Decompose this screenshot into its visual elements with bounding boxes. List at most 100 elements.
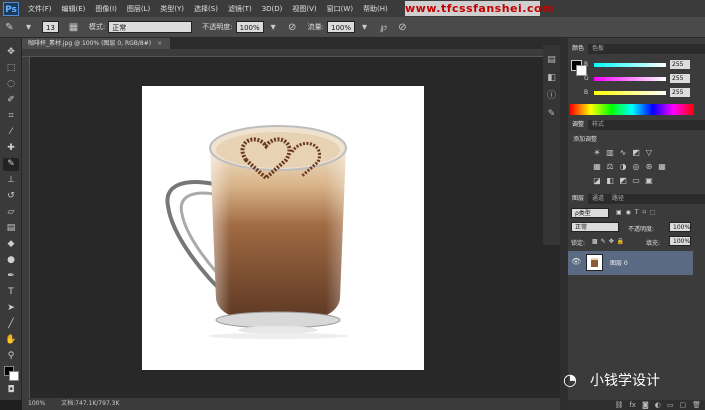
close-icon[interactable]: × — [157, 40, 162, 47]
opacity-field[interactable]: 100% — [235, 21, 264, 33]
levels-icon[interactable]: ▥ — [605, 148, 615, 157]
eye-icon[interactable]: 👁 — [571, 257, 581, 267]
pen-tool-icon[interactable]: ✒ — [3, 270, 19, 283]
layer-opacity-field[interactable]: 100% — [669, 222, 691, 232]
lasso-tool-icon[interactable]: ◌ — [3, 78, 19, 91]
red-value[interactable]: 255 — [670, 60, 690, 69]
adjustment-layer-icon[interactable]: ◐ — [655, 400, 661, 410]
blend-mode-select[interactable]: 正常 — [571, 222, 619, 232]
brush-panel-icon[interactable]: ▦ — [67, 21, 80, 34]
gradient-map-icon[interactable]: ▭ — [631, 176, 641, 185]
flow-field[interactable]: 100% — [327, 21, 355, 33]
menu-filter[interactable]: 滤镜(T) — [223, 4, 257, 14]
bw-icon[interactable]: ◑ — [618, 162, 628, 171]
vibrance-icon[interactable]: ▽ — [644, 148, 654, 157]
eyedropper-tool-icon[interactable]: ⁄ — [3, 126, 19, 139]
mask-icon[interactable]: ◙ — [642, 400, 649, 410]
tab-layers[interactable]: 图层 — [568, 194, 589, 204]
brush-tool-icon[interactable]: ✎ — [3, 21, 16, 34]
menu-select[interactable]: 选择(S) — [189, 4, 223, 14]
airbrush-icon[interactable]: ℘ — [377, 21, 390, 34]
stamp-tool-icon[interactable]: ⊥ — [3, 174, 19, 187]
blue-value[interactable]: 255 — [670, 88, 690, 97]
tab-channels[interactable]: 通道 — [588, 194, 608, 204]
shape-tool-icon[interactable]: ╱ — [3, 318, 19, 331]
crop-tool-icon[interactable]: ⌗ — [3, 110, 19, 123]
fill-field[interactable]: 100% — [669, 236, 691, 246]
marquee-tool-icon[interactable]: ⬚ — [3, 62, 19, 75]
layer-name[interactable]: 图层 0 — [610, 258, 628, 267]
lock-icons[interactable]: ▩✎✥🔒 — [592, 238, 627, 245]
photo-filter-icon[interactable]: ◎ — [631, 162, 641, 171]
document-canvas[interactable] — [142, 86, 424, 370]
move-tool-icon[interactable]: ✥ — [3, 46, 19, 59]
menu-type[interactable]: 类型(Y) — [155, 4, 189, 14]
menu-image[interactable]: 图像(I) — [90, 4, 122, 14]
layer-filter-icons[interactable]: ▣◉T⌑⬚ — [616, 209, 659, 216]
invert-icon[interactable]: ◪ — [592, 176, 602, 185]
menu-edit[interactable]: 编辑(E) — [57, 4, 91, 14]
threshold-icon[interactable]: ◩ — [618, 176, 628, 185]
fx-icon[interactable]: fx — [629, 400, 636, 410]
tab-adjustments[interactable]: 调整 — [568, 120, 589, 130]
background-color-swatch[interactable] — [9, 371, 19, 381]
brightness-icon[interactable]: ☀ — [592, 148, 602, 157]
red-slider[interactable]: R 255 — [584, 60, 702, 69]
tab-color[interactable]: 颜色 — [568, 44, 589, 54]
layer-row[interactable]: 👁 图层 0 — [568, 251, 693, 275]
chevron-down-icon[interactable]: ▾ — [267, 21, 280, 34]
menu-view[interactable]: 视图(V) — [287, 4, 321, 14]
chevron-down-icon[interactable]: ▾ — [358, 21, 371, 34]
green-value[interactable]: 255 — [670, 74, 690, 83]
gradient-tool-icon[interactable]: ▤ — [3, 222, 19, 235]
dodge-tool-icon[interactable]: ● — [3, 254, 19, 267]
new-layer-icon[interactable]: ▢ — [679, 400, 686, 410]
healing-tool-icon[interactable]: ✚ — [3, 142, 19, 155]
pressure-size-icon[interactable]: ⊘ — [396, 21, 409, 34]
menu-3d[interactable]: 3D(D) — [257, 5, 288, 13]
layer-filter-select[interactable]: ρ类型 — [571, 208, 609, 218]
curves-icon[interactable]: ∿ — [618, 148, 628, 157]
menu-layer[interactable]: 图层(L) — [122, 4, 155, 14]
green-gradient[interactable] — [594, 76, 666, 81]
hue-icon[interactable]: ▦ — [592, 162, 602, 171]
brush-preset-icon[interactable]: ✎ — [544, 107, 559, 121]
link-icon[interactable]: ⛓ — [614, 400, 623, 410]
color-spectrum[interactable] — [570, 104, 694, 115]
selective-color-icon[interactable]: ▣ — [644, 176, 654, 185]
balance-icon[interactable]: ⚖ — [605, 162, 615, 171]
blur-tool-icon[interactable]: ◆ — [3, 238, 19, 251]
tab-styles[interactable]: 样式 — [588, 120, 608, 130]
type-tool-icon[interactable]: T — [3, 286, 19, 299]
path-select-tool-icon[interactable]: ➤ — [3, 302, 19, 315]
eraser-tool-icon[interactable]: ▱ — [3, 206, 19, 219]
red-gradient[interactable] — [594, 62, 666, 67]
quick-select-tool-icon[interactable]: ✐ — [3, 94, 19, 107]
folder-icon[interactable]: ▭ — [667, 400, 674, 410]
blue-gradient[interactable] — [594, 90, 666, 95]
hand-tool-icon[interactable]: ✋ — [3, 334, 19, 347]
lookup-icon[interactable]: ▦ — [657, 162, 667, 171]
brush-size-field[interactable]: 13 — [42, 21, 59, 33]
quick-mask-icon[interactable]: ◘ — [3, 384, 19, 397]
posterize-icon[interactable]: ◧ — [605, 176, 615, 185]
tab-swatches[interactable]: 色板 — [588, 44, 608, 54]
blue-slider[interactable]: B 255 — [584, 88, 702, 97]
exposure-icon[interactable]: ◩ — [631, 148, 641, 157]
trash-icon[interactable]: 🗑 — [692, 400, 701, 410]
zoom-tool-icon[interactable]: ⚲ — [3, 350, 19, 363]
green-slider[interactable]: G 255 — [584, 74, 702, 83]
chevron-down-icon[interactable]: ▾ — [22, 21, 35, 34]
history-icon[interactable]: ▤ — [544, 53, 559, 67]
menu-help[interactable]: 帮助(H) — [358, 4, 393, 14]
mixer-icon[interactable]: ⊛ — [644, 162, 654, 171]
mode-select[interactable]: 正常 — [108, 21, 193, 33]
zoom-level[interactable]: 100% — [28, 400, 45, 407]
menu-window[interactable]: 窗口(W) — [322, 4, 358, 14]
pressure-opacity-icon[interactable]: ⊘ — [286, 21, 299, 34]
properties-icon[interactable]: ◧ — [544, 71, 559, 85]
history-brush-tool-icon[interactable]: ↺ — [3, 190, 19, 203]
info-icon[interactable]: ⓘ — [544, 89, 559, 103]
document-tab[interactable]: 咖啡杯_素材.jpg @ 100% (图层 0, RGB/8#) × — [22, 38, 171, 49]
brush-tool-icon[interactable]: ✎ — [3, 158, 19, 171]
